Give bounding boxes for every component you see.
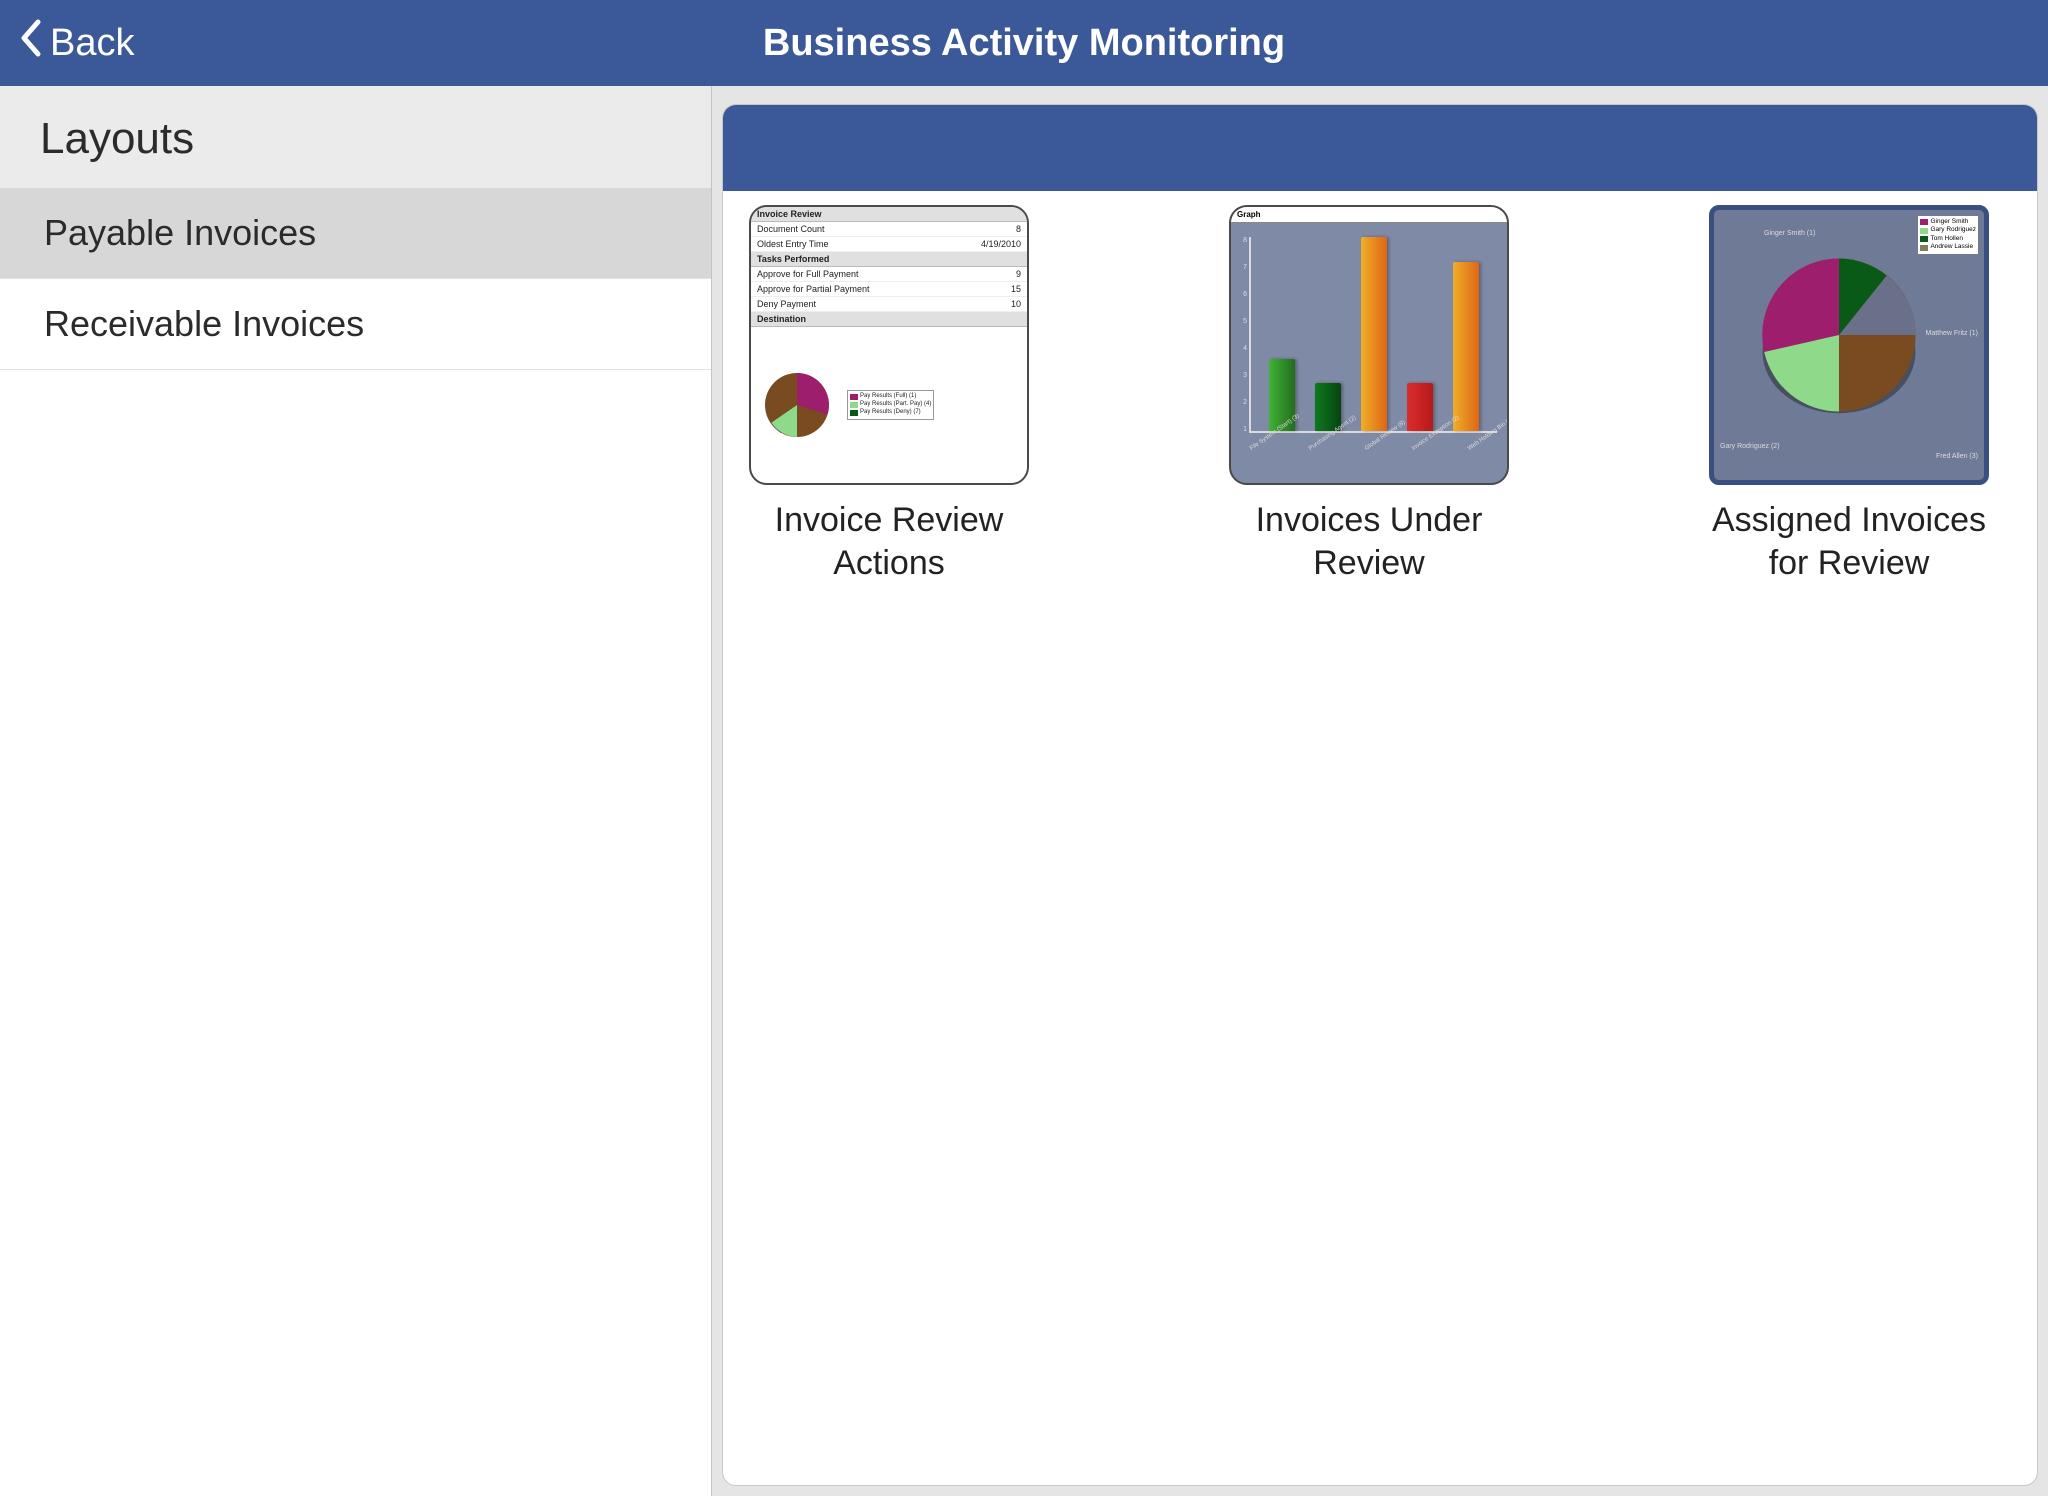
layout-tile-label: Invoices Under Review [1229,499,1509,584]
mini-row: Approve for Full Payment9 [751,267,1027,282]
mini-section-title: Destination [751,312,1027,327]
layout-thumbnail: Invoice Review Document Count8 Oldest En… [749,205,1029,485]
back-button[interactable]: Back [0,18,134,68]
pie-icon [757,365,837,445]
pie-legend: Ginger Smith Gary Rodriguez Tom Hollen A… [1918,216,1978,254]
content-card: Invoice Review Document Count8 Oldest En… [722,104,2038,1486]
sidebar: Layouts Payable Invoices Receivable Invo… [0,86,712,1496]
back-button-label: Back [50,22,134,65]
mini-section-title: Invoice Review [751,207,1027,222]
bar-plot [1249,237,1497,433]
bar [1361,237,1387,431]
mini-row: Deny Payment10 [751,297,1027,312]
pie-slice-label: Ginger Smith (1) [1764,230,1815,237]
sidebar-item-receivable-invoices[interactable]: Receivable Invoices [0,279,711,370]
bar [1315,383,1341,432]
mini-row: Oldest Entry Time4/19/2010 [751,237,1027,252]
layout-tile-invoice-review-actions[interactable]: Invoice Review Document Count8 Oldest En… [749,205,1029,584]
bar [1453,262,1479,431]
bar [1407,383,1433,432]
pie-slice-label: Matthew Fritz (1) [1925,330,1978,337]
app-header: Back Business Activity Monitoring [0,0,2048,86]
mini-row: Approve for Partial Payment15 [751,282,1027,297]
mini-report: Invoice Review Document Count8 Oldest En… [751,207,1027,483]
pie-icon [1754,250,1924,420]
layout-thumbnail: Graph 8 7 6 5 4 3 2 1 [1229,205,1509,485]
sidebar-item-label: Payable Invoices [44,212,316,253]
chevron-left-icon [18,18,50,68]
mini-legend: Pay Results (Full) (1) Pay Results (Part… [847,390,934,419]
bar-xlabels: File System (Start) (3) Purchasing Agent… [1249,435,1497,475]
sidebar-item-label: Receivable Invoices [44,303,364,344]
mini-row: Document Count8 [751,222,1027,237]
content-card-header [723,105,2037,191]
pie-slice-label: Fred Allen (3) [1936,453,1978,460]
layout-thumbnail: Ginger Smith Gary Rodriguez Tom Hollen A… [1709,205,1989,485]
layout-tile-assigned-invoices-for-review[interactable]: Ginger Smith Gary Rodriguez Tom Hollen A… [1709,205,1989,584]
content-wrap: Invoice Review Document Count8 Oldest En… [712,86,2048,1496]
layout-tile-invoices-under-review[interactable]: Graph 8 7 6 5 4 3 2 1 [1229,205,1509,584]
page-title: Business Activity Monitoring [0,22,2048,65]
layout-grid: Invoice Review Document Count8 Oldest En… [723,191,2037,1485]
layout-tile-label: Invoice Review Actions [749,499,1029,584]
thumb-tab-label: Graph [1231,207,1507,223]
layout-tile-label: Assigned Invoices for Review [1709,499,1989,584]
pie-slice-label: Gary Rodriguez (2) [1720,443,1780,450]
mini-section-title: Tasks Performed [751,252,1027,267]
sidebar-section-label: Layouts [0,86,711,188]
sidebar-item-payable-invoices[interactable]: Payable Invoices [0,188,711,279]
mini-report-bottom: Pay Results (Full) (1) Pay Results (Part… [751,327,1027,483]
bar-yaxis: 8 7 6 5 4 3 2 1 [1235,237,1247,433]
app-body: Layouts Payable Invoices Receivable Invo… [0,86,2048,1496]
